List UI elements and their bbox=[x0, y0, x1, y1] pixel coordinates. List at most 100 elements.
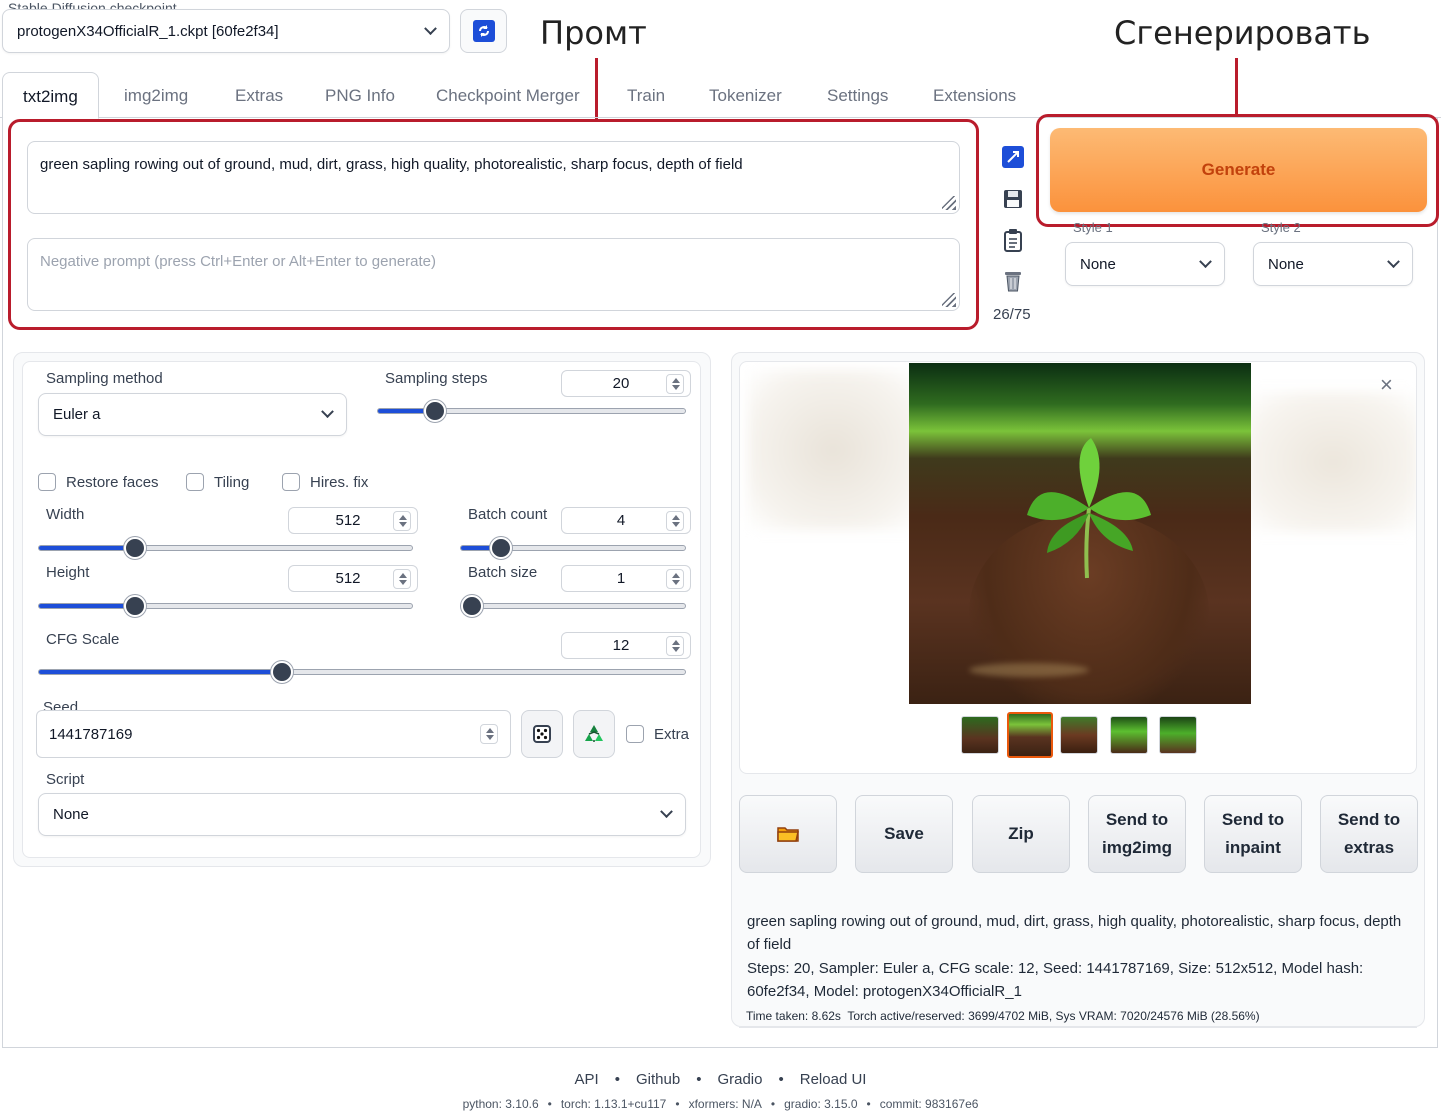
open-folder-button[interactable] bbox=[739, 795, 837, 873]
version-gradio: gradio: 3.15.0 bbox=[784, 1097, 858, 1111]
extra-label: Extra bbox=[654, 725, 690, 743]
thumbnail-5[interactable] bbox=[1159, 716, 1197, 754]
cfg-scale-input[interactable]: 12 bbox=[561, 632, 691, 659]
sampling-steps-value: 20 bbox=[612, 375, 630, 392]
resize-handle-icon[interactable] bbox=[942, 293, 956, 307]
version-xformers: xformers: N/A bbox=[688, 1097, 762, 1111]
sampling-method-select[interactable]: Euler a bbox=[38, 393, 347, 436]
footer-separator: • bbox=[770, 1097, 776, 1111]
tiling-checkbox[interactable]: Tiling bbox=[186, 473, 249, 491]
close-icon[interactable]: × bbox=[1380, 372, 1393, 398]
checkpoint-select[interactable]: protogenX34OfficialR_1.ckpt [60fe2f34] bbox=[2, 9, 450, 53]
slider-handle[interactable] bbox=[123, 537, 146, 559]
style1-select[interactable]: None bbox=[1065, 242, 1225, 286]
cfg-scale-slider[interactable] bbox=[38, 661, 686, 683]
style2-select[interactable]: None bbox=[1253, 242, 1413, 286]
script-select[interactable]: None bbox=[38, 793, 686, 836]
gallery-background-blur bbox=[748, 370, 918, 530]
restore-faces-checkbox[interactable]: Restore faces bbox=[38, 473, 159, 491]
spinner-icon[interactable] bbox=[666, 373, 684, 394]
tab-tokenizer[interactable]: Tokenizer bbox=[689, 72, 802, 118]
thumbnail-1[interactable] bbox=[961, 716, 999, 754]
tab-bar: txt2img img2img Extras PNG Info Checkpoi… bbox=[0, 72, 1441, 119]
cfg-scale-value: 12 bbox=[612, 637, 630, 654]
batch-size-slider[interactable] bbox=[460, 595, 686, 617]
tab-txt2img[interactable]: txt2img bbox=[2, 72, 99, 119]
generate-button[interactable]: Generate bbox=[1050, 128, 1427, 212]
generated-image-sapling[interactable] bbox=[909, 363, 1251, 704]
spinner-icon[interactable] bbox=[666, 635, 684, 656]
footer-link-reload-ui[interactable]: Reload UI bbox=[800, 1071, 867, 1088]
clear-prompt-button[interactable] bbox=[995, 264, 1031, 298]
spinner-icon[interactable] bbox=[666, 510, 684, 531]
dice-icon bbox=[533, 725, 551, 743]
tab-settings[interactable]: Settings bbox=[807, 72, 908, 118]
tab-extras[interactable]: Extras bbox=[215, 72, 303, 118]
chevron-down-icon bbox=[321, 405, 334, 419]
prompt-input[interactable]: green sapling rowing out of ground, mud,… bbox=[27, 141, 960, 214]
sampling-method-label: Sampling method bbox=[46, 370, 163, 387]
footer-link-github[interactable]: Github bbox=[636, 1071, 680, 1088]
thumbnail-4[interactable] bbox=[1110, 716, 1148, 754]
sampling-steps-input[interactable]: 20 bbox=[561, 370, 691, 397]
height-input[interactable]: 512 bbox=[288, 565, 418, 592]
width-input[interactable]: 512 bbox=[288, 507, 418, 534]
arrow-icon bbox=[1002, 146, 1024, 168]
width-slider[interactable] bbox=[38, 537, 413, 559]
tab-extensions[interactable]: Extensions bbox=[913, 72, 1036, 118]
send-to-img2img-button[interactable]: Send to img2img bbox=[1088, 795, 1186, 873]
apply-style-button[interactable] bbox=[995, 223, 1031, 257]
batch-count-label: Batch count bbox=[468, 506, 548, 523]
gallery-background-blur bbox=[1248, 392, 1416, 532]
batch-count-input[interactable]: 4 bbox=[561, 507, 691, 534]
sampling-steps-slider[interactable] bbox=[377, 400, 686, 422]
batch-count-slider[interactable] bbox=[460, 537, 686, 559]
spinner-icon[interactable] bbox=[666, 568, 684, 589]
generation-info-prompt: green sapling rowing out of ground, mud,… bbox=[747, 913, 1402, 953]
refresh-checkpoint-button[interactable] bbox=[460, 9, 507, 53]
height-slider[interactable] bbox=[38, 595, 413, 617]
send-to-inpaint-button[interactable]: Send to inpaint bbox=[1204, 795, 1302, 873]
resize-handle-icon[interactable] bbox=[942, 196, 956, 210]
footer-link-api[interactable]: API bbox=[575, 1071, 599, 1088]
footer-separator: • bbox=[614, 1071, 620, 1088]
spinner-icon[interactable] bbox=[393, 510, 411, 531]
version-python: python: 3.10.6 bbox=[462, 1097, 539, 1111]
slider-handle[interactable] bbox=[423, 400, 446, 422]
refresh-icon bbox=[472, 20, 495, 42]
sampling-method-value: Euler a bbox=[53, 406, 101, 423]
footer-separator: • bbox=[547, 1097, 552, 1111]
extra-seed-checkbox[interactable]: Extra bbox=[626, 725, 689, 743]
spinner-icon[interactable] bbox=[480, 724, 498, 744]
random-seed-button[interactable] bbox=[521, 710, 563, 758]
tab-png-info[interactable]: PNG Info bbox=[305, 72, 415, 118]
height-value: 512 bbox=[335, 570, 361, 587]
slider-handle[interactable] bbox=[461, 595, 483, 617]
tab-train[interactable]: Train bbox=[607, 72, 685, 118]
seed-input[interactable]: 1441787169 bbox=[36, 710, 511, 758]
sapling-leaves bbox=[1027, 438, 1151, 579]
negative-prompt-input[interactable]: Negative prompt (press Ctrl+Enter or Alt… bbox=[27, 238, 960, 311]
slider-handle[interactable] bbox=[489, 537, 512, 559]
slider-handle[interactable] bbox=[123, 595, 146, 617]
negative-prompt-placeholder: Negative prompt (press Ctrl+Enter or Alt… bbox=[40, 253, 437, 270]
spinner-icon[interactable] bbox=[393, 568, 411, 589]
zip-button[interactable]: Zip bbox=[972, 795, 1070, 873]
tab-img2img[interactable]: img2img bbox=[104, 72, 208, 118]
send-to-extras-button[interactable]: Send to extras bbox=[1320, 795, 1418, 873]
footer-link-gradio[interactable]: Gradio bbox=[717, 1071, 762, 1088]
cfg-scale-label: CFG Scale bbox=[46, 631, 120, 648]
read-params-button[interactable] bbox=[995, 140, 1031, 174]
batch-size-input[interactable]: 1 bbox=[561, 565, 691, 592]
thumbnail-2-selected[interactable] bbox=[1007, 712, 1053, 758]
reuse-seed-button[interactable] bbox=[573, 710, 615, 758]
save-button[interactable]: Save bbox=[855, 795, 953, 873]
thumbnail-3[interactable] bbox=[1060, 716, 1098, 754]
hires-fix-checkbox[interactable]: Hires. fix bbox=[282, 473, 368, 491]
footer-separator: • bbox=[866, 1097, 871, 1111]
save-style-button[interactable] bbox=[995, 182, 1031, 216]
trash-icon bbox=[1005, 272, 1021, 292]
tab-checkpoint-merger[interactable]: Checkpoint Merger bbox=[416, 72, 600, 118]
width-label: Width bbox=[46, 506, 85, 523]
slider-handle[interactable] bbox=[270, 661, 293, 683]
